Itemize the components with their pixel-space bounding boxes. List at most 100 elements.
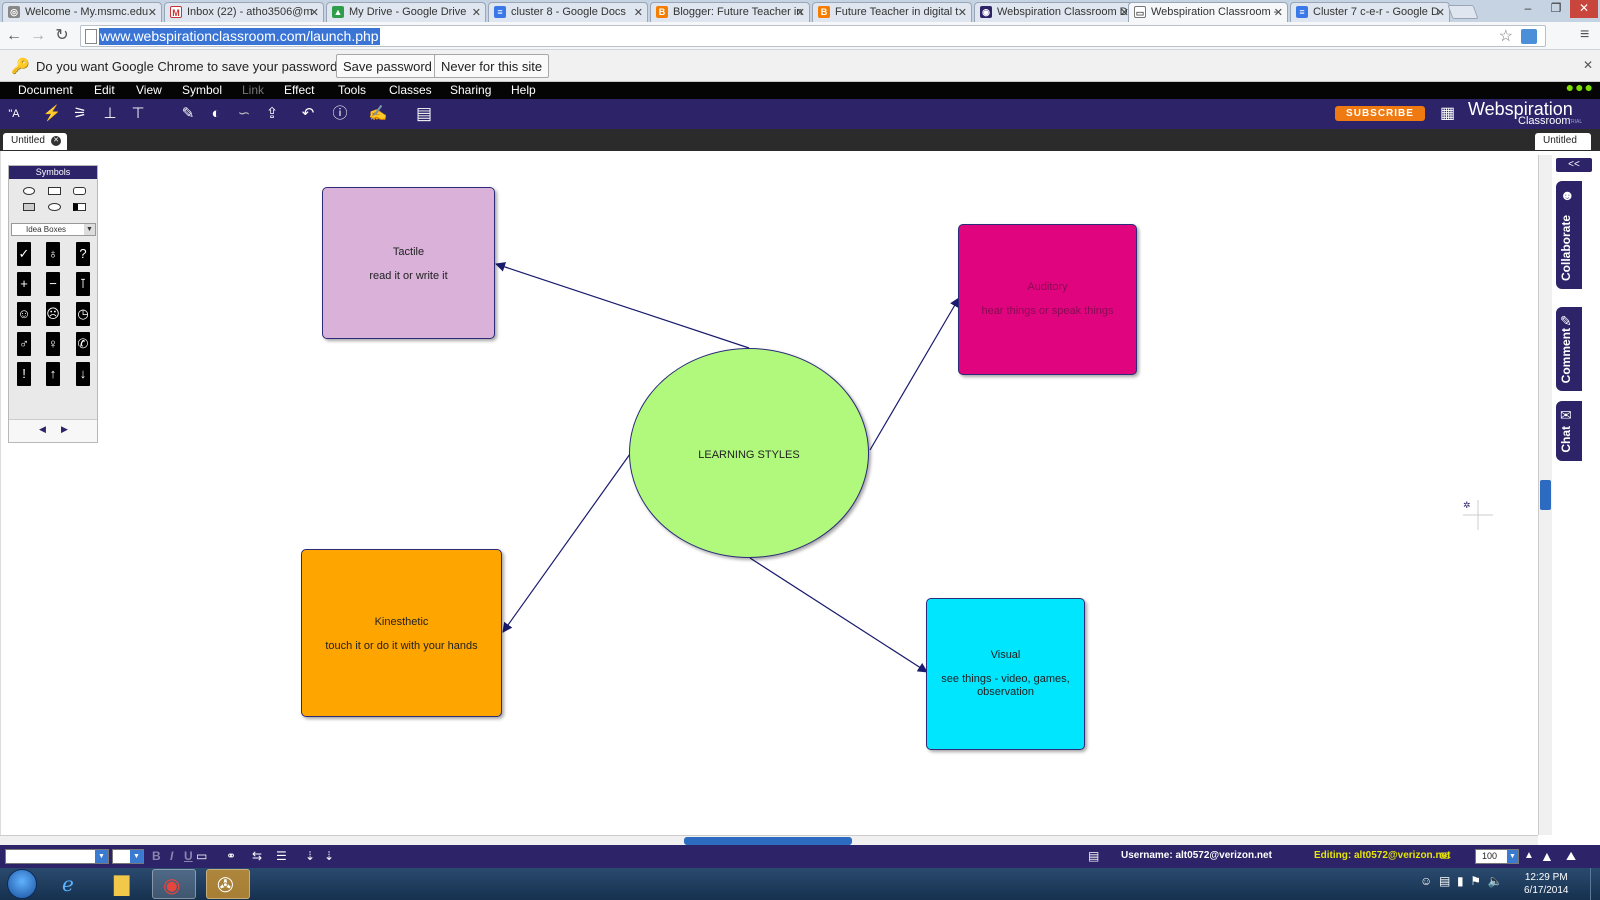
font-family-select[interactable]: ▼ — [5, 849, 109, 864]
menu-edit[interactable]: Edit — [94, 83, 115, 97]
reload-icon[interactable]: ↻ — [52, 26, 72, 46]
zoom-out-icon[interactable]: ▲ — [1524, 848, 1534, 864]
horizontal-scroll-thumb[interactable] — [684, 837, 852, 845]
text-format-icon[interactable]: "A — [4, 104, 24, 124]
back-arrow-icon[interactable]: ← — [4, 26, 24, 46]
subscribe-button[interactable]: SUBSCRIBE — [1335, 106, 1425, 121]
question-symbol-icon[interactable]: ? — [76, 242, 90, 266]
arrange-icon[interactable]: ⊤ — [128, 104, 148, 124]
minimize-icon[interactable]: – — [1514, 0, 1542, 18]
cloud-shape-icon[interactable] — [48, 203, 61, 211]
menu-tools[interactable]: Tools — [338, 83, 366, 97]
url-text[interactable]: www.webspirationclassroom.com/launch.php — [99, 28, 380, 45]
network-icon[interactable]: ▤ — [1439, 874, 1450, 888]
line-style-icon[interactable]: ☰ — [276, 848, 287, 864]
tab-shape-icon[interactable] — [73, 203, 86, 211]
vertical-scroll-thumb[interactable] — [1540, 480, 1551, 510]
menu-symbol[interactable]: Symbol — [182, 83, 222, 97]
text-color-icon[interactable]: ▭ — [196, 848, 207, 864]
transfer-icon[interactable]: ⇪ — [262, 104, 282, 124]
window-close-icon[interactable]: ✕ — [1570, 0, 1598, 18]
extension-icon[interactable] — [1521, 29, 1537, 44]
exclamation-symbol-icon[interactable]: ! — [17, 362, 31, 386]
maximize-icon[interactable]: ❐ — [1542, 0, 1570, 18]
paint-app-icon[interactable]: ✇ — [206, 869, 250, 899]
menu-view[interactable]: View — [136, 83, 162, 97]
thermometer-symbol-icon[interactable]: ⊺ — [76, 272, 90, 296]
system-clock[interactable]: 12:29 PM 6/17/2014 — [1524, 871, 1569, 897]
rapidfire-icon[interactable]: ⚡ — [42, 104, 62, 124]
next-page-icon[interactable]: ▶ — [61, 424, 68, 435]
bookmark-star-icon[interactable]: ☆ — [1499, 26, 1513, 46]
male-symbol-icon[interactable]: ♂ — [17, 332, 31, 356]
minus-symbol-icon[interactable]: − — [46, 272, 60, 296]
menu-effect[interactable]: Effect — [284, 83, 314, 97]
clock-symbol-icon[interactable]: ◷ — [76, 302, 90, 326]
zoom-in-icon[interactable]: ▲ — [1540, 848, 1554, 864]
frown-symbol-icon[interactable]: ☹ — [46, 302, 60, 326]
italic-button[interactable]: I — [170, 848, 173, 864]
windows-start-button[interactable] — [7, 869, 37, 899]
lightbulb-symbol-icon[interactable]: ♁ — [46, 242, 60, 266]
spell-check-icon[interactable]: ✍ — [368, 104, 388, 124]
checkmark-symbol-icon[interactable]: ✓ — [17, 242, 31, 266]
previous-page-icon[interactable]: ◀ — [39, 424, 46, 435]
menu-link[interactable]: Link — [242, 83, 264, 97]
link-visual[interactable] — [749, 557, 928, 673]
collapse-panel-button[interactable]: << — [1556, 158, 1592, 172]
link-kinesthetic[interactable] — [502, 453, 631, 633]
close-icon[interactable]: ✕ — [634, 6, 643, 19]
mail-icon[interactable]: ✉ — [1440, 848, 1450, 864]
vertical-scrollbar[interactable] — [1538, 155, 1552, 835]
close-icon[interactable]: ✕ — [310, 6, 319, 19]
forward-arrow-icon[interactable]: → — [28, 26, 48, 46]
bold-button[interactable]: B — [152, 848, 161, 864]
browser-tab[interactable]: ≡ Cluster 7 c-e-r - Google D ✕ — [1290, 2, 1450, 22]
outline-view-icon[interactable]: ▤ — [414, 104, 434, 124]
fit-to-window-icon[interactable]: ⛰ — [1566, 848, 1576, 864]
link-tactile[interactable] — [495, 262, 750, 349]
flag-icon[interactable]: ⚑ — [1470, 874, 1481, 888]
zoom-select[interactable]: 100 ▼ — [1475, 849, 1519, 864]
close-icon[interactable]: ✕ — [1274, 6, 1283, 19]
chrome-taskbar-icon[interactable]: ◉ — [152, 869, 196, 899]
close-icon[interactable]: ✕ — [796, 6, 805, 19]
browser-tab[interactable]: ◉ Webspiration Classroom D ✕ — [974, 2, 1134, 22]
idea-box-kinesthetic[interactable]: Kinesthetic touch it or do it with your … — [301, 549, 502, 717]
font-size-select[interactable]: ▼ — [112, 849, 144, 864]
underline-button[interactable]: U — [184, 848, 193, 864]
down-arrow-symbol-icon[interactable]: ↓ — [76, 362, 90, 386]
file-explorer-icon[interactable]: ▇ — [104, 869, 148, 899]
rectangle-shape-icon[interactable] — [48, 187, 61, 195]
rounded-rect-shape-icon[interactable] — [73, 187, 86, 195]
close-icon[interactable]: ✕ — [51, 136, 61, 146]
tray-app-icon[interactable]: ☺ — [1420, 874, 1432, 888]
link-auditory[interactable] — [869, 297, 960, 451]
browser-tab[interactable]: B Blogger: Future Teacher in ✕ — [650, 2, 810, 22]
undo-icon[interactable]: ↶ — [298, 104, 318, 124]
hyperlink-icon[interactable]: ◐ — [206, 104, 226, 124]
omnibox[interactable]: www.webspirationclassroom.com/launch.php… — [80, 25, 1546, 47]
note-icon[interactable]: ✎ — [178, 104, 198, 124]
browser-tab[interactable]: ▲ My Drive - Google Drive ✕ — [326, 2, 486, 22]
symbols-palette[interactable]: Symbols Idea Boxes ▼ ✓ ♁ ? + − ⊺ ☺ ☹ ◷ ♂… — [8, 165, 98, 443]
menu-help[interactable]: Help — [511, 83, 536, 97]
idea-box-tactile[interactable]: Tactile read it or write it — [322, 187, 495, 339]
close-icon[interactable]: ✕ — [472, 6, 481, 19]
never-for-this-site-button[interactable]: Never for this site — [434, 54, 550, 78]
link-style-icon[interactable]: ⚭ — [226, 848, 236, 864]
note-shape-icon[interactable] — [23, 203, 35, 211]
volume-icon[interactable]: 🔈 — [1488, 874, 1503, 888]
horizontal-scrollbar[interactable] — [0, 835, 1538, 845]
info-icon[interactable]: ⓘ — [330, 104, 350, 124]
phone-symbol-icon[interactable]: ✆ — [76, 332, 90, 356]
menu-document[interactable]: Document — [18, 83, 73, 97]
menu-sharing[interactable]: Sharing — [450, 83, 491, 97]
create-tool-icon[interactable]: ⚞ — [70, 104, 90, 124]
close-icon[interactable]: ✕ — [1436, 6, 1445, 19]
idea-box-visual[interactable]: Visual see things - video, games, observ… — [926, 598, 1085, 750]
show-desktop-button[interactable] — [1590, 868, 1600, 900]
new-tab-button[interactable] — [1447, 5, 1479, 19]
symbol-category-select[interactable]: Idea Boxes ▼ — [11, 223, 96, 236]
female-symbol-icon[interactable]: ♀ — [46, 332, 60, 356]
